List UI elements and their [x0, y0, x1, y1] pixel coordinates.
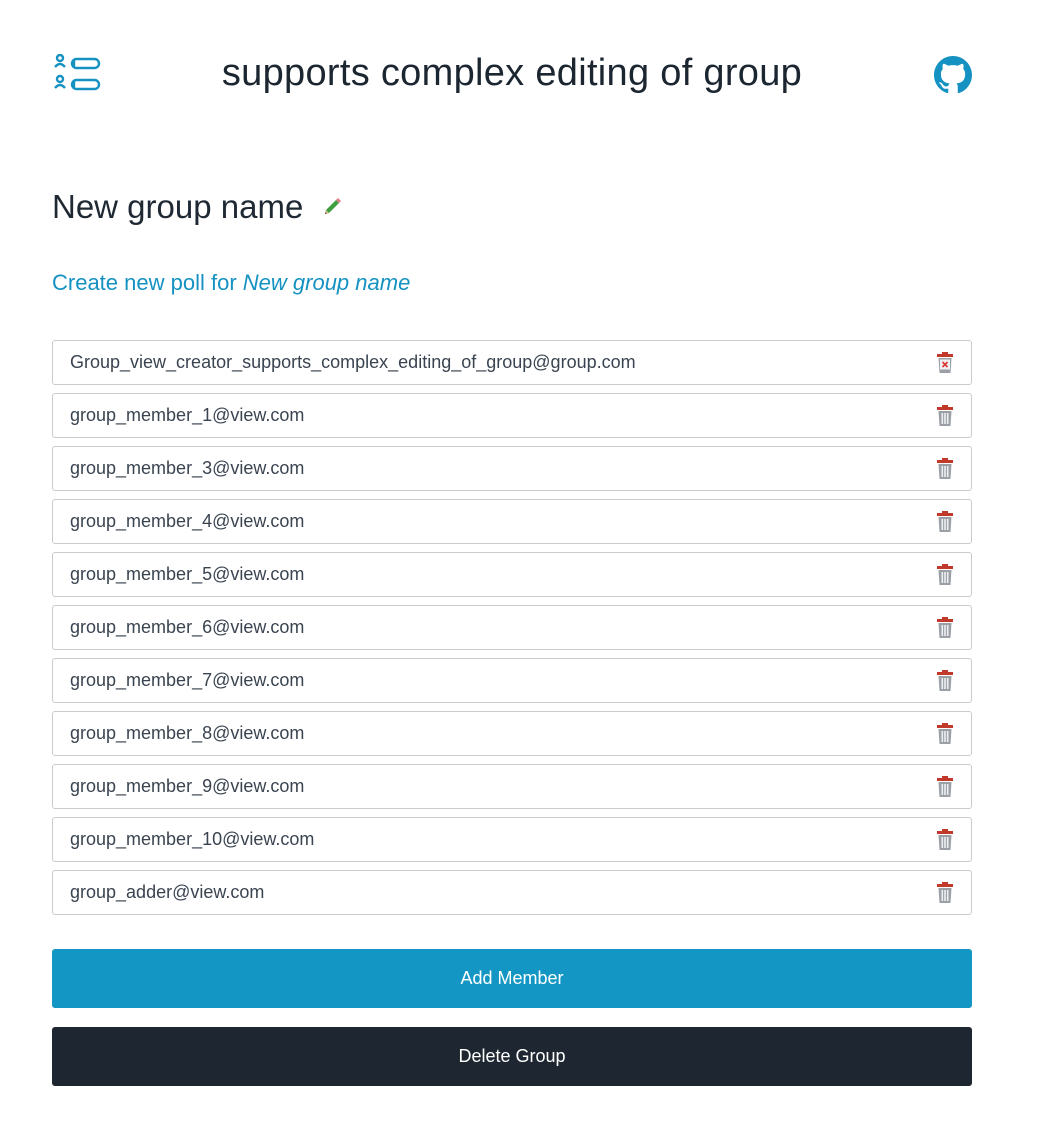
group-title-row: New group name	[52, 182, 343, 232]
trash-icon[interactable]	[935, 405, 955, 427]
member-row: group_member_6@view.com	[52, 605, 972, 650]
trash-icon[interactable]	[935, 617, 955, 639]
member-row: group_member_8@view.com	[52, 711, 972, 756]
member-row: group_member_5@view.com	[52, 552, 972, 597]
member-row: group_member_9@view.com	[52, 764, 972, 809]
member-email: group_member_5@view.com	[70, 564, 305, 584]
create-poll-prefix: Create new poll for	[52, 270, 237, 295]
member-email: group_member_10@view.com	[70, 829, 315, 849]
member-list: Group_view_creator_supports_complex_edit…	[52, 340, 972, 923]
trash-icon[interactable]	[935, 776, 955, 798]
app-header: supports complex editing of group	[52, 40, 972, 110]
member-email: group_member_6@view.com	[70, 617, 305, 637]
member-email: group_member_4@view.com	[70, 511, 305, 531]
member-row: group_member_10@view.com	[52, 817, 972, 862]
member-email: group_adder@view.com	[70, 882, 265, 902]
trash-icon[interactable]	[935, 882, 955, 904]
member-row: group_member_4@view.com	[52, 499, 972, 544]
trash-icon[interactable]	[935, 458, 955, 480]
app-title: supports complex editing of group	[221, 52, 803, 94]
add-member-button[interactable]: Add Member	[52, 949, 972, 1008]
member-email: group_member_3@view.com	[70, 458, 305, 478]
member-row: group_adder@view.com	[52, 870, 972, 915]
member-email: group_member_1@view.com	[70, 405, 305, 425]
member-email: group_member_8@view.com	[70, 723, 305, 743]
member-email: group_member_9@view.com	[70, 776, 305, 796]
trash-icon[interactable]	[935, 723, 955, 745]
create-poll-link[interactable]: Create new poll for New group name	[52, 270, 410, 296]
member-row: group_member_1@view.com	[52, 393, 972, 438]
trash-icon[interactable]	[935, 511, 955, 533]
member-row: group_member_7@view.com	[52, 658, 972, 703]
trash-icon[interactable]	[935, 670, 955, 692]
delete-group-button[interactable]: Delete Group	[52, 1027, 972, 1086]
member-row: Group_view_creator_supports_complex_edit…	[52, 340, 972, 385]
member-email: group_member_7@view.com	[70, 670, 305, 690]
trash-cross-icon[interactable]	[935, 352, 955, 374]
trash-icon[interactable]	[935, 564, 955, 586]
trash-icon[interactable]	[935, 829, 955, 851]
create-poll-group-name: New group name	[242, 270, 411, 295]
group-name-heading: New group name	[52, 188, 304, 225]
pencil-icon[interactable]	[321, 196, 343, 218]
member-row: group_member_3@view.com	[52, 446, 972, 491]
member-email: Group_view_creator_supports_complex_edit…	[70, 352, 636, 372]
github-icon[interactable]	[934, 56, 972, 94]
